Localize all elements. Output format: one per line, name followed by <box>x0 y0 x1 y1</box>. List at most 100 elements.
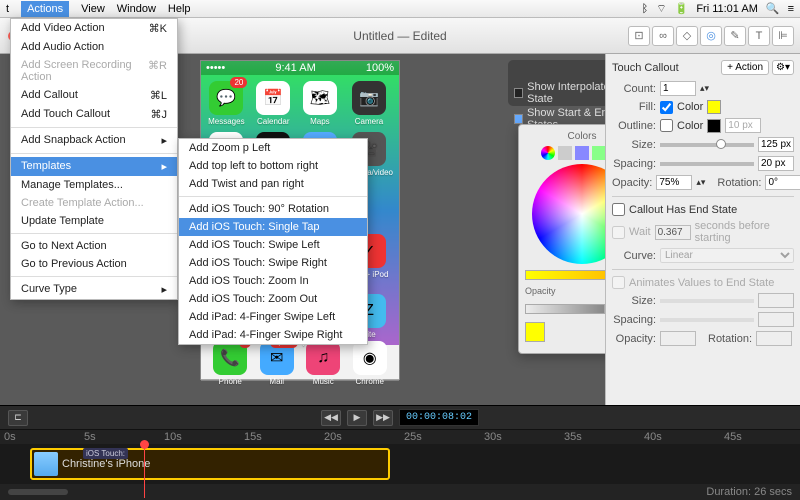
search-icon[interactable]: 🔍 <box>766 2 780 15</box>
submenu-item[interactable]: Add iOS Touch: 90° Rotation <box>179 200 367 218</box>
menu-item[interactable]: Go to Next Action <box>11 237 177 255</box>
menu-actions[interactable]: Actions <box>21 1 69 17</box>
endstate-checkbox[interactable] <box>612 203 625 216</box>
menu-item[interactable]: Add Audio Action <box>11 38 177 56</box>
fill-checkbox[interactable] <box>660 101 673 114</box>
menu-help[interactable]: Help <box>168 3 191 15</box>
templates-submenu: Add Zoom p LeftAdd top left to bottom ri… <box>178 138 368 345</box>
end-rotation-input <box>756 331 792 346</box>
animate-checkbox <box>612 276 625 289</box>
dock-app-icon[interactable]: 📞3Phone <box>213 341 247 386</box>
submenu-item[interactable]: Add iOS Touch: Swipe Right <box>179 254 367 272</box>
wifi-icon[interactable]: ⌔ <box>656 2 666 16</box>
submenu-item[interactable]: Add Twist and pan right <box>179 175 367 193</box>
submenu-item[interactable]: Add top left to bottom right <box>179 157 367 175</box>
color-mode-image[interactable] <box>592 146 606 160</box>
app-icon[interactable]: 📷Camera <box>345 81 393 126</box>
actions-dropdown: Add Video Action⌘KAdd Audio ActionAdd Sc… <box>10 18 178 300</box>
wait-checkbox <box>612 226 625 239</box>
crop-tool[interactable]: ⊏ <box>8 410 28 426</box>
outline-color-swatch[interactable] <box>707 119 721 133</box>
window-title: Untitled — Edited <box>353 29 446 43</box>
size-slider[interactable] <box>660 143 754 147</box>
app-icon[interactable]: 🗺Maps <box>301 81 339 126</box>
spacing-slider[interactable] <box>660 162 754 166</box>
bt-icon[interactable]: ᛒ <box>642 3 649 15</box>
dock-app-icon[interactable]: ◉Chrome <box>353 341 387 386</box>
dock-app-icon[interactable]: ♫Music <box>306 341 340 386</box>
timeline: ⊏ ◀◀ ▶ ▶▶ 00:00:08:02 0s5s10s15s20s25s30… <box>0 405 800 500</box>
timeline-ruler[interactable]: 0s5s10s15s20s25s30s35s40s45s <box>0 430 800 444</box>
spacing-input[interactable] <box>758 156 794 171</box>
zoom-slider[interactable] <box>8 489 68 495</box>
menu-icon[interactable]: ≡ <box>788 3 794 15</box>
end-size-slider <box>660 299 754 303</box>
menu-item[interactable]: Curve Type▸ <box>11 280 177 299</box>
submenu-item[interactable]: Add iOS Touch: Swipe Left <box>179 236 367 254</box>
menu-app[interactable]: t <box>6 3 9 15</box>
submenu-item[interactable]: Add iPad: 4-Finger Swipe Right <box>179 326 367 344</box>
phone-statusbar: •••••9:41 AM100% <box>201 61 399 75</box>
checkbox-startend[interactable] <box>514 114 523 124</box>
menu-item[interactable]: Add Video Action⌘K <box>11 19 177 38</box>
tool-align[interactable]: ⊫ <box>772 26 794 46</box>
phone-dock: 📞3Phone✉6,848Mail♫Music◉Chrome <box>201 345 399 381</box>
submenu-item[interactable]: Add iOS Touch: Single Tap <box>179 218 367 236</box>
tool-text[interactable]: T <box>748 26 770 46</box>
inspector-title: Touch Callout <box>612 62 679 74</box>
outline-px-input[interactable] <box>725 118 761 133</box>
menu-item: Create Template Action... <box>11 194 177 212</box>
tool-pencil[interactable]: ✎ <box>724 26 746 46</box>
add-action-button[interactable]: + Action <box>721 60 769 75</box>
rotation-input[interactable] <box>765 175 800 190</box>
play-button[interactable]: ▶ <box>347 410 367 426</box>
forward-button[interactable]: ▶▶ <box>373 410 393 426</box>
playhead[interactable] <box>144 444 145 498</box>
menubar-clock[interactable]: Fri 11:01 AM <box>696 3 758 15</box>
timeline-clip[interactable]: Christine's iPhone iOS Touch: <box>30 448 390 480</box>
tool-crop[interactable]: ⊡ <box>628 26 650 46</box>
menu-item[interactable]: Templates▸ <box>11 157 177 176</box>
end-spacing-slider <box>660 318 754 322</box>
color-mode-sliders[interactable] <box>558 146 572 160</box>
inspector-panel: Touch Callout + Action ⚙▾ Count:▴▾ Fill:… <box>605 54 800 405</box>
outline-checkbox[interactable] <box>660 119 673 132</box>
color-mode-wheel[interactable] <box>541 146 555 160</box>
count-input[interactable] <box>660 81 696 96</box>
tool-link[interactable]: ∞ <box>652 26 674 46</box>
size-input[interactable] <box>758 137 794 152</box>
tool-shapes[interactable]: ◇ <box>676 26 698 46</box>
opacity-input[interactable] <box>656 175 692 190</box>
app-icon[interactable]: 📅Calendar <box>252 81 295 126</box>
timeline-tracks[interactable]: Christine's iPhone iOS Touch: <box>0 444 800 484</box>
menubar: t Actions View Window Help ᛒ ⌔ 🔋 Fri 11:… <box>0 0 800 18</box>
submenu-item[interactable]: Add iOS Touch: Zoom Out <box>179 290 367 308</box>
opacity-slider[interactable] <box>525 304 605 314</box>
rewind-button[interactable]: ◀◀ <box>321 410 341 426</box>
menu-item[interactable]: Add Touch Callout⌘J <box>11 105 177 124</box>
submenu-item[interactable]: Add Zoom p Left <box>179 139 367 157</box>
end-size-input <box>758 293 794 308</box>
submenu-item[interactable]: Add iPad: 4-Finger Swipe Left <box>179 308 367 326</box>
tool-touch[interactable]: ◎ <box>700 26 722 46</box>
dock-app-icon[interactable]: ✉6,848Mail <box>260 341 294 386</box>
menu-window[interactable]: Window <box>117 3 156 15</box>
curve-select: Linear <box>660 248 794 263</box>
checkbox-interpolated[interactable] <box>514 88 523 98</box>
menu-item[interactable]: Add Snapback Action▸ <box>11 131 177 150</box>
menu-item[interactable]: Add Callout⌘L <box>11 86 177 105</box>
submenu-item[interactable]: Add iOS Touch: Zoom In <box>179 272 367 290</box>
clip-action-tag[interactable]: iOS Touch: <box>83 448 128 459</box>
wait-input <box>655 225 691 240</box>
menu-item[interactable]: Go to Previous Action <box>11 255 177 273</box>
menu-item[interactable]: Manage Templates... <box>11 176 177 194</box>
menu-item[interactable]: Update Template <box>11 212 177 230</box>
battery-icon[interactable]: 🔋 <box>675 2 689 15</box>
menu-view[interactable]: View <box>81 3 105 15</box>
color-mode-palette[interactable] <box>575 146 589 160</box>
fill-color-swatch[interactable] <box>707 100 721 114</box>
menu-item: Add Screen Recording Action⌘R <box>11 56 177 86</box>
gear-icon[interactable]: ⚙▾ <box>772 60 794 75</box>
current-color-swatch[interactable] <box>525 322 545 342</box>
app-icon[interactable]: 💬20Messages <box>207 81 246 126</box>
